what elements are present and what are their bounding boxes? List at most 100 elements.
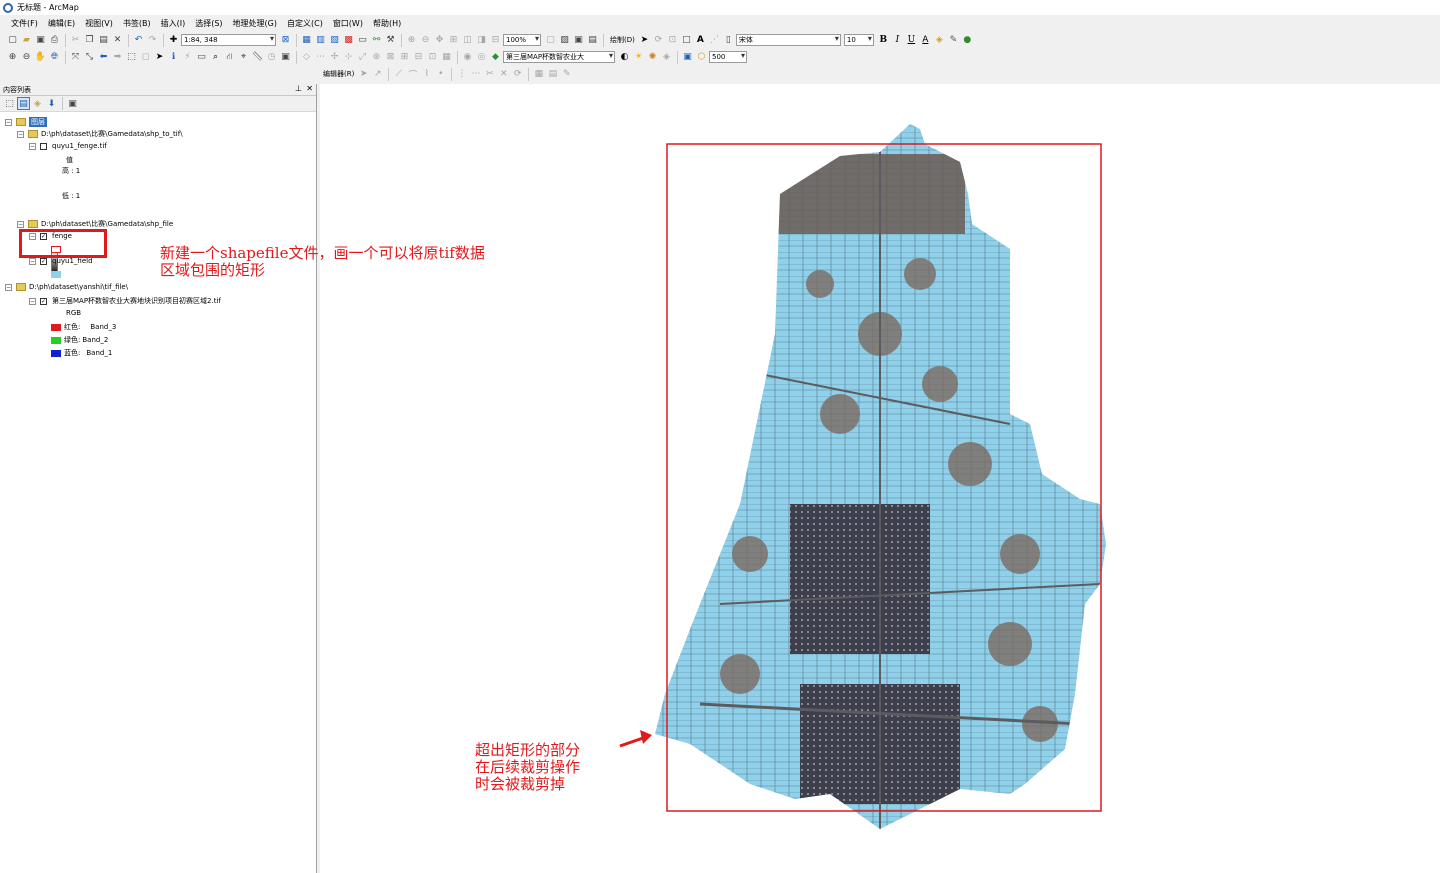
layout-zoom-in-icon[interactable]: ⊕ [405,34,418,47]
edit-annotation-icon[interactable]: ↗ [371,68,384,81]
draw-menu[interactable]: 绘制(D) [610,35,635,45]
open-icon[interactable]: ▰ [20,34,33,47]
scale-combo[interactable]: 1:84, 348 [181,34,276,46]
field-polygon-swatch[interactable] [51,271,61,278]
find-icon[interactable]: ⌕ [209,51,222,64]
add-data-icon[interactable]: ✚ [167,34,180,47]
layer-visibility-checkbox[interactable]: ✓ [40,257,47,265]
display-resolution-icon[interactable]: ▣ [681,51,694,64]
table-icon[interactable]: ▦ [300,34,313,47]
line-color-icon[interactable]: ✎ [947,34,960,47]
html-popup-icon[interactable]: ▭ [195,51,208,64]
georef-8-icon[interactable]: ⊞ [398,51,411,64]
menu-selection[interactable]: 选择(S) [190,18,227,29]
layout-pan-icon[interactable]: ✥ [433,34,446,47]
search-window-icon[interactable]: ▩ [342,34,355,47]
rotate-icon[interactable]: ⟳ [652,34,665,47]
hyperlink-icon[interactable]: ⚡ [181,51,194,64]
layout-full-icon[interactable]: ⊞ [447,34,460,47]
point-icon[interactable]: • [434,68,447,81]
toc-options-icon[interactable]: ▣ [66,97,79,110]
sketch-properties-icon[interactable]: ▤ [546,68,559,81]
toc-layer-rgb-tif[interactable]: − ✓ 第三届MAP杯数智农业大赛地块识别项目初赛区域2.tif [29,296,221,306]
zoom-selected-icon[interactable]: ⊡ [666,34,679,47]
edit-tool-icon[interactable]: ➤ [357,68,370,81]
split-icon[interactable]: ✕ [497,68,510,81]
close-icon[interactable]: ✕ [306,84,313,93]
georef-5-icon[interactable]: ⤢ [356,51,369,64]
menu-customize[interactable]: 自定义(C) [282,18,328,29]
layout-zoom-combo[interactable]: 100% [503,34,541,46]
create-features-icon[interactable]: ✎ [560,68,573,81]
layer-combo[interactable]: 第三届MAP杯数智农业大 [503,51,615,63]
menu-bookmarks[interactable]: 书签(B) [118,18,156,29]
copy-icon[interactable]: ❐ [83,34,96,47]
resolution-combo[interactable]: 500 [709,51,747,63]
clear-selection-icon[interactable]: ◻ [139,51,152,64]
new-doc-icon[interactable]: ▢ [6,34,19,47]
select-elements-icon[interactable]: ➤ [638,34,651,47]
image-analysis-1-icon[interactable]: ◉ [461,51,474,64]
toc-group-tif-file[interactable]: − D:\ph\dataset\yanshi\tif_file\ [5,283,128,291]
toggle-draft-icon[interactable]: ▢ [544,34,557,47]
georef-9-icon[interactable]: ⊟ [412,51,425,64]
toc-layer-quyu1-field[interactable]: − ✓ quyu1_field [29,257,93,265]
select-icon[interactable]: ➤ [153,51,166,64]
menu-windows[interactable]: 窗口(W) [328,18,368,29]
toc-layer-quyu1-fenge[interactable]: − quyu1_fenge.tif [29,142,107,150]
georef-1-icon[interactable]: ◇ [300,51,313,64]
menu-insert[interactable]: 插入(I) [156,18,191,29]
attributes-icon[interactable]: ▦ [532,68,545,81]
layer-visibility-checkbox[interactable]: ✓ [40,297,47,305]
collapse-icon[interactable]: − [29,257,36,265]
toc-root[interactable]: − 图层 [5,117,47,127]
zoom-out-icon[interactable]: ⊖ [20,51,33,64]
go-forward-icon[interactable]: ➡ [111,51,124,64]
save-icon[interactable]: ▣ [34,34,47,47]
find-route-icon[interactable]: ⛙ [223,51,236,64]
georef-11-icon[interactable]: ▦ [440,51,453,64]
collapse-icon[interactable]: − [17,220,24,228]
change-layout-icon[interactable]: ▣ [572,34,585,47]
edit-vertices-icon[interactable]: ⋰ [708,34,721,47]
font-color-icon[interactable]: A [919,34,932,47]
georef-2-icon[interactable]: ⋯ [314,51,327,64]
delete-icon[interactable]: ✕ [111,34,124,47]
cut-polygons-icon[interactable]: ✂ [483,68,496,81]
identify-icon[interactable]: ℹ [167,51,180,64]
toc-group-shp-to-tif[interactable]: − D:\ph\dataset\比赛\Gamedata\shp_to_tif\ [17,129,183,139]
image-analysis-2-icon[interactable]: ◎ [475,51,488,64]
text-icon[interactable]: A [694,34,707,47]
full-extent-icon[interactable]: 🌐︎ [48,51,61,64]
toc-group-shp-file[interactable]: − D:\ph\dataset\比赛\Gamedata\shp_file [17,219,173,229]
pin-icon[interactable]: ⊥ [295,84,302,93]
cut-icon[interactable]: ✂ [69,34,82,47]
rotate-feature-icon[interactable]: ⟳ [511,68,524,81]
trace-icon[interactable]: ⌇ [420,68,433,81]
layout-zoom-out-icon[interactable]: ⊖ [419,34,432,47]
editor-menu[interactable]: 编辑器(R) [323,69,354,79]
select-features-icon[interactable]: ⬚ [125,51,138,64]
georef-6-icon[interactable]: ⊛ [370,51,383,64]
fixed-zoom-out-icon[interactable]: ⤡ [83,51,96,64]
goto-xy-icon[interactable]: ⌖ [237,51,250,64]
layers-root-label[interactable]: 图层 [29,117,47,127]
reshape-icon[interactable]: ⋯ [469,68,482,81]
collapse-icon[interactable]: − [5,118,12,126]
zoom-in-icon[interactable]: ⊕ [6,51,19,64]
list-by-visibility-icon[interactable]: ◈ [31,97,44,110]
menu-edit[interactable]: 编辑(E) [43,18,80,29]
print-icon[interactable]: ⎙ [48,34,61,47]
paste-icon[interactable]: ▤ [97,34,110,47]
layout-back-icon[interactable]: ◫ [461,34,474,47]
underline-button[interactable]: U [905,34,918,47]
marker-color-icon[interactable]: ● [961,34,974,47]
quyu1-field-symbol[interactable] [51,271,64,278]
toc-window-icon[interactable]: ▥ [314,34,327,47]
pan-icon[interactable]: ✋ [34,51,47,64]
swipe-icon[interactable]: ◈ [660,51,673,64]
edit-vertex-icon[interactable]: ⋮ [455,68,468,81]
font-name-combo[interactable]: 宋体 [735,34,841,46]
data-driven-pages-icon[interactable]: ▤ [586,34,599,47]
font-size-combo[interactable]: 10 [843,34,874,46]
